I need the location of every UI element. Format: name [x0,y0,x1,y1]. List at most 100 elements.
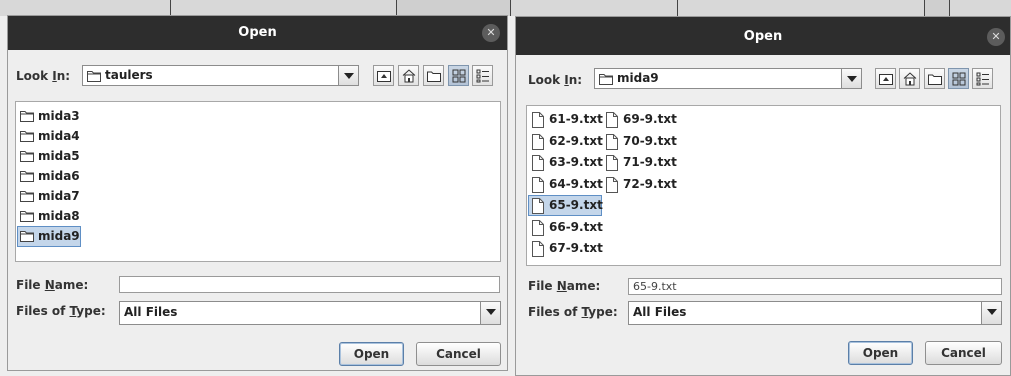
background-window-strip [0,0,1011,16]
list-item[interactable]: 72-9.txt [603,175,677,194]
list-item-label: 71-9.txt [623,155,677,169]
chevron-down-icon[interactable] [480,302,500,324]
list-item-label: 65-9.txt [549,198,603,212]
new-folder-button[interactable] [423,65,444,86]
files-of-type-label: Files of Type: [528,305,618,319]
folder-icon [20,171,34,182]
list-item-label: mida3 [38,109,80,123]
list-item-label: 61-9.txt [549,112,603,126]
dialog-title: Open [743,29,783,44]
list-item-label: mida9 [38,229,80,243]
list-item[interactable]: 65-9.txt [528,195,603,216]
dialog-title: Open [238,25,277,40]
new-folder-icon [928,74,942,85]
cancel-button[interactable]: Cancel [925,341,1002,365]
list-item-label: 63-9.txt [549,155,603,169]
file-name-label: File Name: [16,278,89,292]
look-in-combo[interactable]: mida9 [594,68,862,89]
list-item[interactable]: 64-9.txt [529,175,603,194]
chevron-down-icon[interactable] [338,66,358,85]
details-view-button[interactable] [972,68,993,89]
files-of-type-combo[interactable]: All Files [119,301,501,325]
file-icon [532,176,544,193]
file-icon [606,133,618,150]
list-item[interactable]: mida5 [18,147,80,166]
cancel-button[interactable]: Cancel [416,342,501,366]
list-item[interactable]: mida9 [17,226,81,247]
background-segment [678,0,925,16]
files-of-type-value: All Files [124,305,178,319]
up-one-level-button[interactable] [373,65,394,86]
file-icon [532,133,544,150]
up-one-level-button[interactable] [875,68,896,89]
files-of-type-combo[interactable]: All Files [628,301,1002,325]
list-item[interactable]: 71-9.txt [603,153,677,172]
file-list[interactable]: mida3 mida4 mida5 mida6 mida7 mida8 mida9 [15,101,501,262]
files-of-type-value: All Files [633,305,687,319]
details-view-icon [476,69,489,83]
file-icon [532,112,544,128]
folder-icon [20,151,34,162]
list-item[interactable]: mida7 [18,187,80,206]
folder-icon [20,231,34,242]
list-item-label: 62-9.txt [549,133,603,148]
list-item[interactable]: 62-9.txt [529,132,603,151]
folder-icon [20,131,34,142]
list-item[interactable]: 69-9.txt [603,110,677,129]
list-view-icon [952,72,966,86]
open-dialog-mida9: Open ✕ Look In: mida9 61-9.txt 62-9.txt 63… [515,16,1011,376]
list-item-label: 64-9.txt [549,176,603,191]
list-view-button[interactable] [948,68,969,89]
list-item[interactable]: mida6 [18,167,80,186]
open-button[interactable]: Open [339,342,404,366]
list-item[interactable]: 70-9.txt [603,132,677,151]
details-view-button[interactable] [472,65,493,86]
file-name-value: 65-9.txt [633,280,677,293]
background-segment [0,0,171,16]
file-icon [532,198,544,214]
list-item[interactable]: mida8 [18,207,80,226]
up-one-level-icon [879,74,893,85]
new-folder-icon [427,71,441,82]
look-in-label: Look In: [16,69,71,83]
list-item-label: mida4 [38,129,80,143]
list-item[interactable]: 61-9.txt [529,110,603,129]
list-item-label: mida8 [38,209,80,223]
list-item[interactable]: 63-9.txt [529,153,603,172]
close-icon[interactable]: ✕ [482,24,500,42]
new-folder-button[interactable] [924,68,945,89]
list-item-label: mida6 [38,169,80,183]
file-icon [532,241,544,257]
look-in-value: taulers [105,68,153,82]
list-item[interactable]: 66-9.txt [529,218,603,237]
look-in-label: Look In: [528,73,583,87]
file-icon [606,112,618,128]
list-item[interactable]: mida3 [18,107,80,126]
file-icon [606,176,618,193]
file-icon [532,155,544,171]
file-icon [606,155,618,171]
background-segment [515,0,678,16]
file-name-input[interactable]: 65-9.txt [628,278,1002,295]
file-name-label: File Name: [528,279,601,293]
home-button[interactable] [398,65,419,86]
file-name-input[interactable] [119,276,500,293]
file-list[interactable]: 61-9.txt 62-9.txt 63-9.txt 64-9.txt 65-9.txt… [526,105,1001,266]
list-item[interactable]: mida4 [18,127,80,146]
title-bar[interactable]: Open ✕ [516,17,1010,55]
title-bar[interactable]: Open ✕ [8,16,507,50]
list-item-label: mida5 [38,149,80,163]
look-in-combo[interactable]: taulers [82,65,359,86]
list-item[interactable]: 67-9.txt [529,239,603,258]
folder-icon [20,111,34,122]
list-view-button[interactable] [448,65,469,86]
home-icon [402,69,416,83]
chevron-down-icon[interactable] [841,69,861,88]
list-item-label: 66-9.txt [549,219,603,234]
list-item-label: 72-9.txt [623,176,677,191]
open-button[interactable]: Open [848,341,913,365]
home-button[interactable] [899,68,920,89]
background-segment [397,0,511,16]
chevron-down-icon[interactable] [981,302,1001,324]
close-icon[interactable]: ✕ [987,28,1005,46]
